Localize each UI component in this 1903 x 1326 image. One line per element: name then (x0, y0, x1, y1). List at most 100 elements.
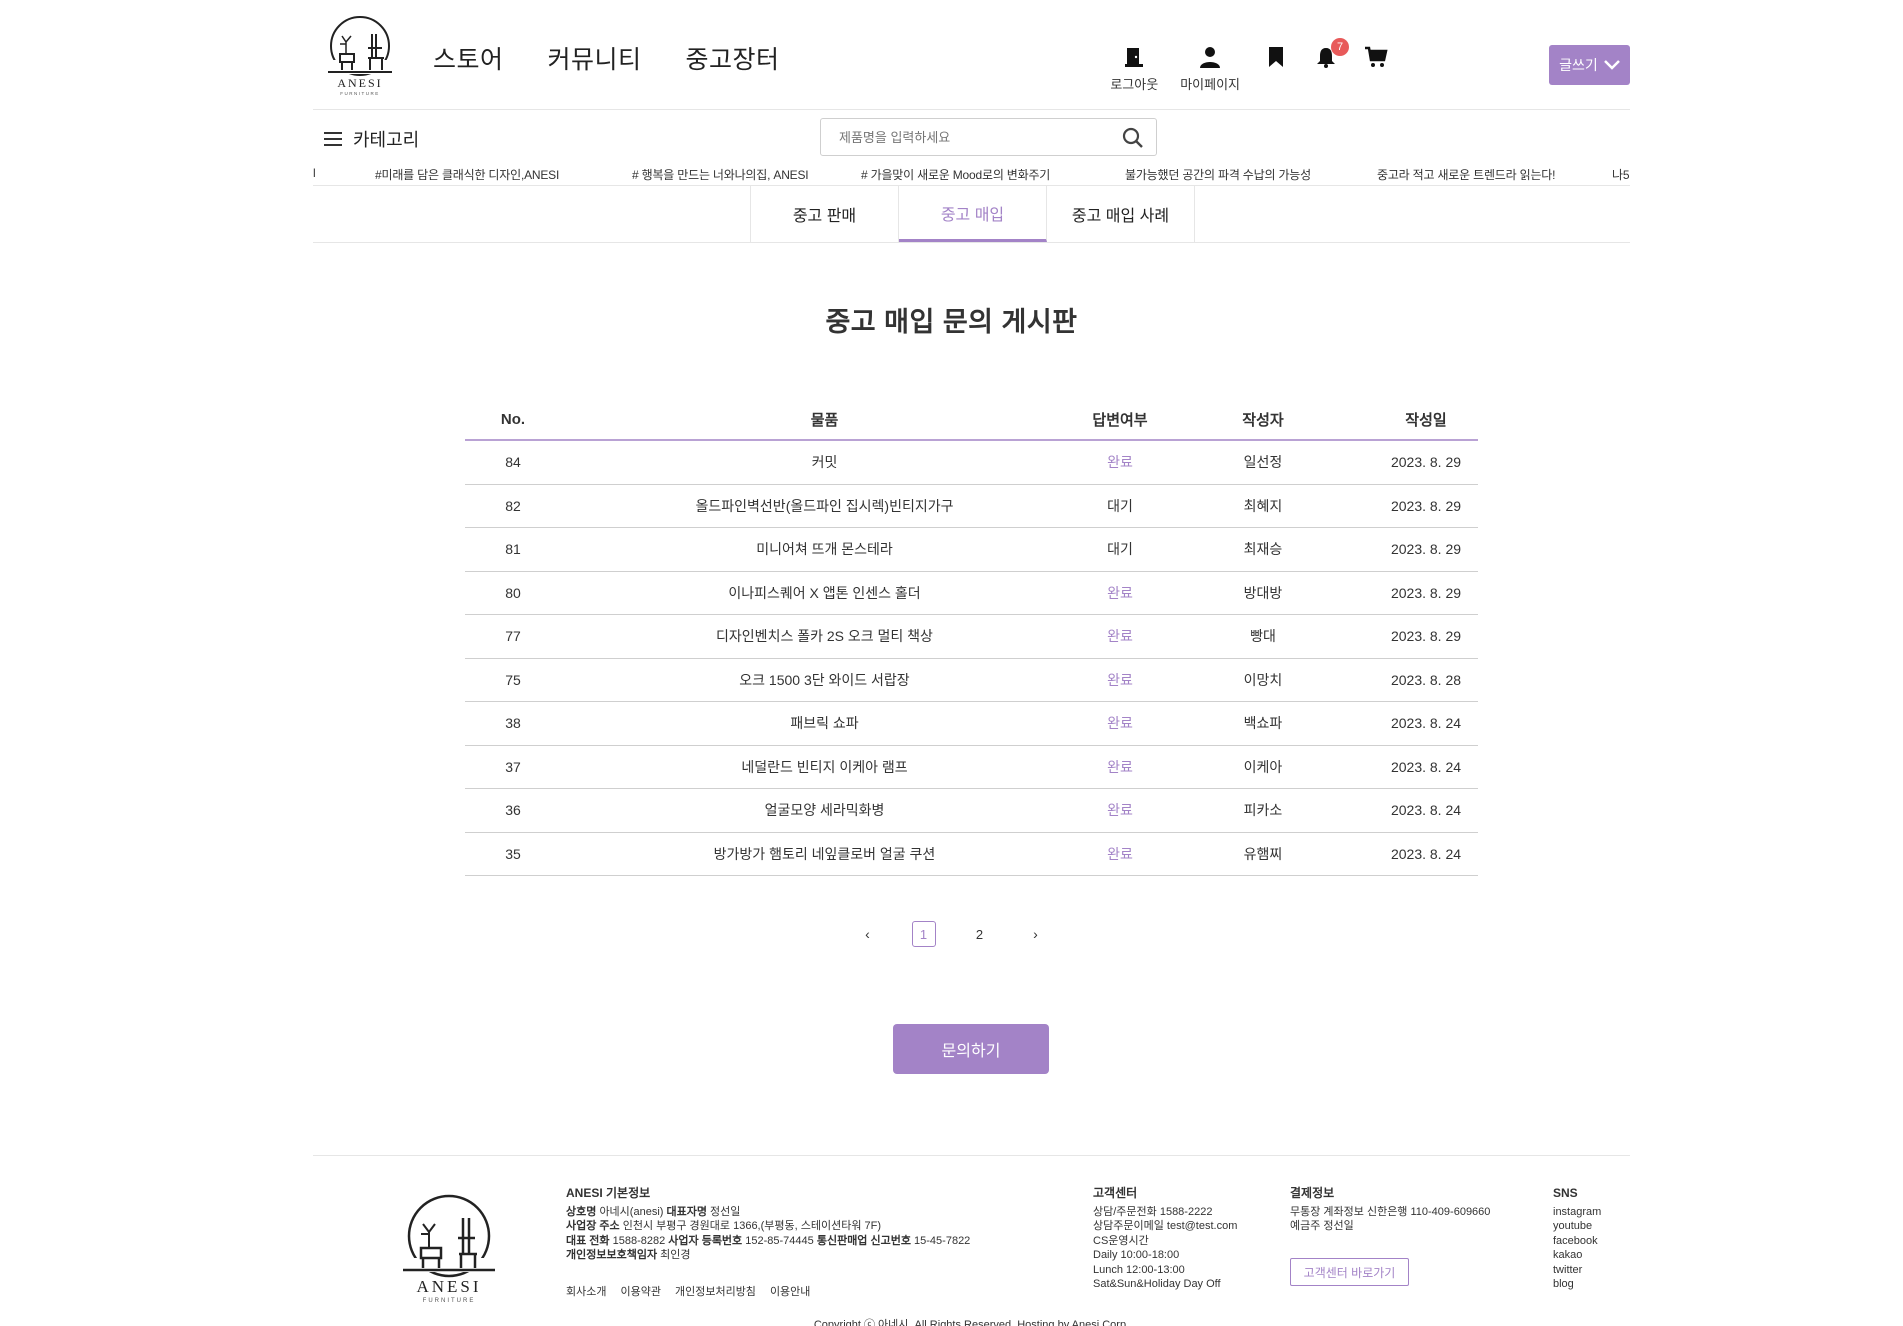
row-no: 36 (505, 802, 521, 819)
company-info-title: ANESI 기본정보 (566, 1186, 651, 1200)
ticker-item[interactable]: 불가능했던 공간의 파격 수납의 가능성 (1125, 166, 1311, 183)
row-date: 2023. 8. 24 (1390, 715, 1462, 732)
sns-link-twitter[interactable]: twitter (1553, 1263, 1623, 1278)
sns-link-blog[interactable]: blog (1553, 1277, 1623, 1292)
brand-logo[interactable]: ANESI FURNITURE (318, 14, 402, 98)
row-author: 유햄찌 (1243, 845, 1283, 862)
nav-used-market[interactable]: 중고장터 (686, 40, 780, 76)
table-row[interactable]: 82 올드파인벽선반(올드파인 집시렉)빈티지가구 대기 최혜지 2023. 8. 29 (465, 485, 1478, 528)
category-menu-button[interactable]: 카테고리 (323, 126, 419, 152)
site-header: ANESI FURNITURE 스토어 커뮤니티 중고장터 로그아웃 마이페이지 (313, 0, 1630, 110)
row-item-link[interactable]: 방가방가 햄토리 네잎클로버 얼굴 쿠션 (561, 844, 1088, 864)
row-date: 2023. 8. 24 (1390, 758, 1462, 775)
row-item-link[interactable]: 오크 1500 3단 와이드 서랍장 (561, 670, 1088, 690)
search-icon[interactable] (1122, 127, 1144, 154)
row-item-link[interactable]: 디자인벤치스 폴카 2S 오크 멀티 책상 (561, 626, 1088, 646)
sns-link-youtube[interactable]: youtube (1553, 1219, 1623, 1234)
nav-store[interactable]: 스토어 (433, 40, 504, 76)
row-item-link[interactable]: 이나피스퀘어 X 앱톤 인센스 홀더 (561, 583, 1088, 603)
ticker-item[interactable]: 나5 (1612, 166, 1630, 183)
table-row[interactable]: 75 오크 1500 3단 와이드 서랍장 완료 이망치 2023. 8. 28 (465, 659, 1478, 702)
table-row[interactable]: 81 미니어쳐 뜨개 몬스테라 대기 최재승 2023. 8. 29 (465, 528, 1478, 572)
user-icon (1197, 44, 1223, 70)
row-answer-status: 완료 (1107, 758, 1133, 775)
page-1-button[interactable]: 1 (911, 921, 936, 947)
cart-button[interactable] (1362, 44, 1390, 70)
cs-line: CS운영시간 (1093, 1234, 1149, 1247)
row-answer-status: 완료 (1107, 845, 1133, 862)
ticker-item[interactable]: 중고라 적고 새로운 트렌드라 읽는다! (1377, 166, 1555, 183)
svg-text:FURNITURE: FURNITURE (340, 91, 380, 96)
hamburger-icon (324, 132, 342, 146)
table-row[interactable]: 77 디자인벤치스 폴카 2S 오크 멀티 책상 완료 빵대 2023. 8. 29 (465, 615, 1478, 659)
table-row[interactable]: 80 이나피스퀘어 X 앱톤 인센스 홀더 완료 방대방 2023. 8. 29 (465, 572, 1478, 615)
mypage-label: 마이페이지 (1180, 77, 1240, 92)
category-search-row: 카테고리 (313, 110, 1630, 162)
table-row[interactable]: 84 커밋 완료 일선정 2023. 8. 29 (465, 441, 1478, 485)
table-row[interactable]: 36 얼굴모양 세라믹화병 완료 피카소 2023. 8. 24 (465, 789, 1478, 833)
svg-text:FURNITURE: FURNITURE (423, 1298, 476, 1304)
ticker-item[interactable]: # 가을맞이 새로운 Mood로의 변화주기 (861, 166, 1050, 183)
prev-page-button[interactable]: ‹ (856, 921, 880, 947)
ticker-item[interactable]: # 행복을 만드는 너와나의집, ANESI (632, 166, 809, 183)
customer-center-button[interactable]: 고객센터 바로가기 (1290, 1258, 1409, 1286)
bookmark-icon (1263, 44, 1289, 70)
company-info-line: 개인정보보호책임자 최인경 (566, 1249, 691, 1261)
pagination: ‹ 1 2 › (0, 921, 1903, 947)
row-answer-status: 완료 (1107, 715, 1133, 732)
table-row[interactable]: 38 패브릭 쇼파 완료 백쇼파 2023. 8. 24 (465, 702, 1478, 746)
row-date: 2023. 8. 29 (1390, 454, 1462, 471)
customer-center-title: 고객센터 (1093, 1186, 1138, 1200)
row-date: 2023. 8. 29 (1390, 628, 1462, 645)
logout-button[interactable]: 로그아웃 (1110, 44, 1158, 93)
inquiry-board-table: No. 물품 답변여부 작성자 작성일 84 커밋 완료 일선정 2023. 8. 29… (465, 400, 1478, 876)
table-row[interactable]: 37 네덜란드 빈티지 이케아 램프 완료 이케아 2023. 8. 24 (465, 746, 1478, 789)
company-info-line: 사업장 주소 인천시 부평구 경원대로 1366,(부평동, 스테이션타워 7F… (566, 1220, 882, 1232)
cs-line: Lunch 12:00-13:00 (1093, 1263, 1185, 1276)
copyright: Copyright ⓒ 아네시. All Rights Reserved. Ho… (813, 1319, 1130, 1326)
tab-purchase-cases[interactable]: 중고 매입 사례 (1047, 186, 1195, 242)
page-2-button[interactable]: 2 (968, 921, 992, 947)
row-item-link[interactable]: 커밋 (561, 452, 1088, 472)
write-dropdown-button[interactable]: 글쓰기 (1549, 45, 1630, 85)
table-row[interactable]: 35 방가방가 햄토리 네잎클로버 얼굴 쿠션 완료 유햄찌 2023. 8. 24 (465, 833, 1478, 876)
ticker-item[interactable]: l (313, 166, 316, 180)
row-item-link[interactable]: 네덜란드 빈티지 이케아 램프 (561, 757, 1088, 777)
company-info: ANESI 기본정보 상호명 아네시(anesi) 대표자명 정선일 사업장 주… (566, 1186, 1036, 1263)
notification-button[interactable]: 7 (1312, 38, 1349, 70)
table-header: No. 물품 답변여부 작성자 작성일 (465, 400, 1478, 441)
row-item-link[interactable]: 얼굴모양 세라믹화병 (561, 800, 1088, 820)
logout-label: 로그아웃 (1110, 77, 1159, 92)
row-date: 2023. 8. 24 (1390, 802, 1462, 819)
chevron-down-icon (1603, 60, 1620, 70)
cs-line: Sat&Sun&Holiday Day Off (1093, 1278, 1221, 1290)
sns-link-kakao[interactable]: kakao (1553, 1248, 1623, 1263)
page-title: 중고 매입 문의 게시판 (825, 307, 1078, 337)
search-box (820, 118, 1157, 156)
footer-link-privacy[interactable]: 개인정보처리방침 (675, 1283, 756, 1299)
nav-community[interactable]: 커뮤니티 (548, 40, 642, 76)
sns-link-facebook[interactable]: facebook (1553, 1234, 1623, 1249)
search-input[interactable] (821, 119, 1091, 155)
bookmark-button[interactable] (1262, 44, 1290, 70)
ticker-item[interactable]: #미래를 담은 클래식한 디자인,ANESI (375, 166, 559, 183)
footer-link-terms[interactable]: 이용약관 (620, 1283, 660, 1299)
next-page-button[interactable]: › (1024, 921, 1048, 947)
row-no: 84 (505, 454, 521, 471)
row-author: 최혜지 (1243, 497, 1283, 514)
footer-link-guide[interactable]: 이용안내 (770, 1283, 810, 1299)
row-date: 2023. 8. 28 (1390, 671, 1462, 688)
row-item-link[interactable]: 패브릭 쇼파 (561, 713, 1088, 733)
inquire-button[interactable]: 문의하기 (893, 1024, 1049, 1074)
sns-link-instagram[interactable]: instagram (1553, 1205, 1623, 1220)
tab-used-sale[interactable]: 중고 판매 (751, 186, 899, 242)
row-item-link[interactable]: 올드파인벽선반(올드파인 집시렉)빈티지가구 (561, 496, 1088, 516)
row-author: 최재승 (1243, 541, 1283, 558)
tab-used-purchase[interactable]: 중고 매입 (899, 186, 1047, 242)
row-item-link[interactable]: 미니어쳐 뜨개 몬스테라 (561, 539, 1088, 559)
cs-line: 상담/주문전화 1588-2222 (1093, 1205, 1213, 1218)
mypage-button[interactable]: 마이페이지 (1180, 44, 1240, 93)
svg-text:ANESI: ANESI (416, 1277, 481, 1296)
anesi-logo-icon: ANESI FURNITURE (403, 1194, 495, 1304)
footer-link-about[interactable]: 회사소개 (566, 1283, 606, 1299)
